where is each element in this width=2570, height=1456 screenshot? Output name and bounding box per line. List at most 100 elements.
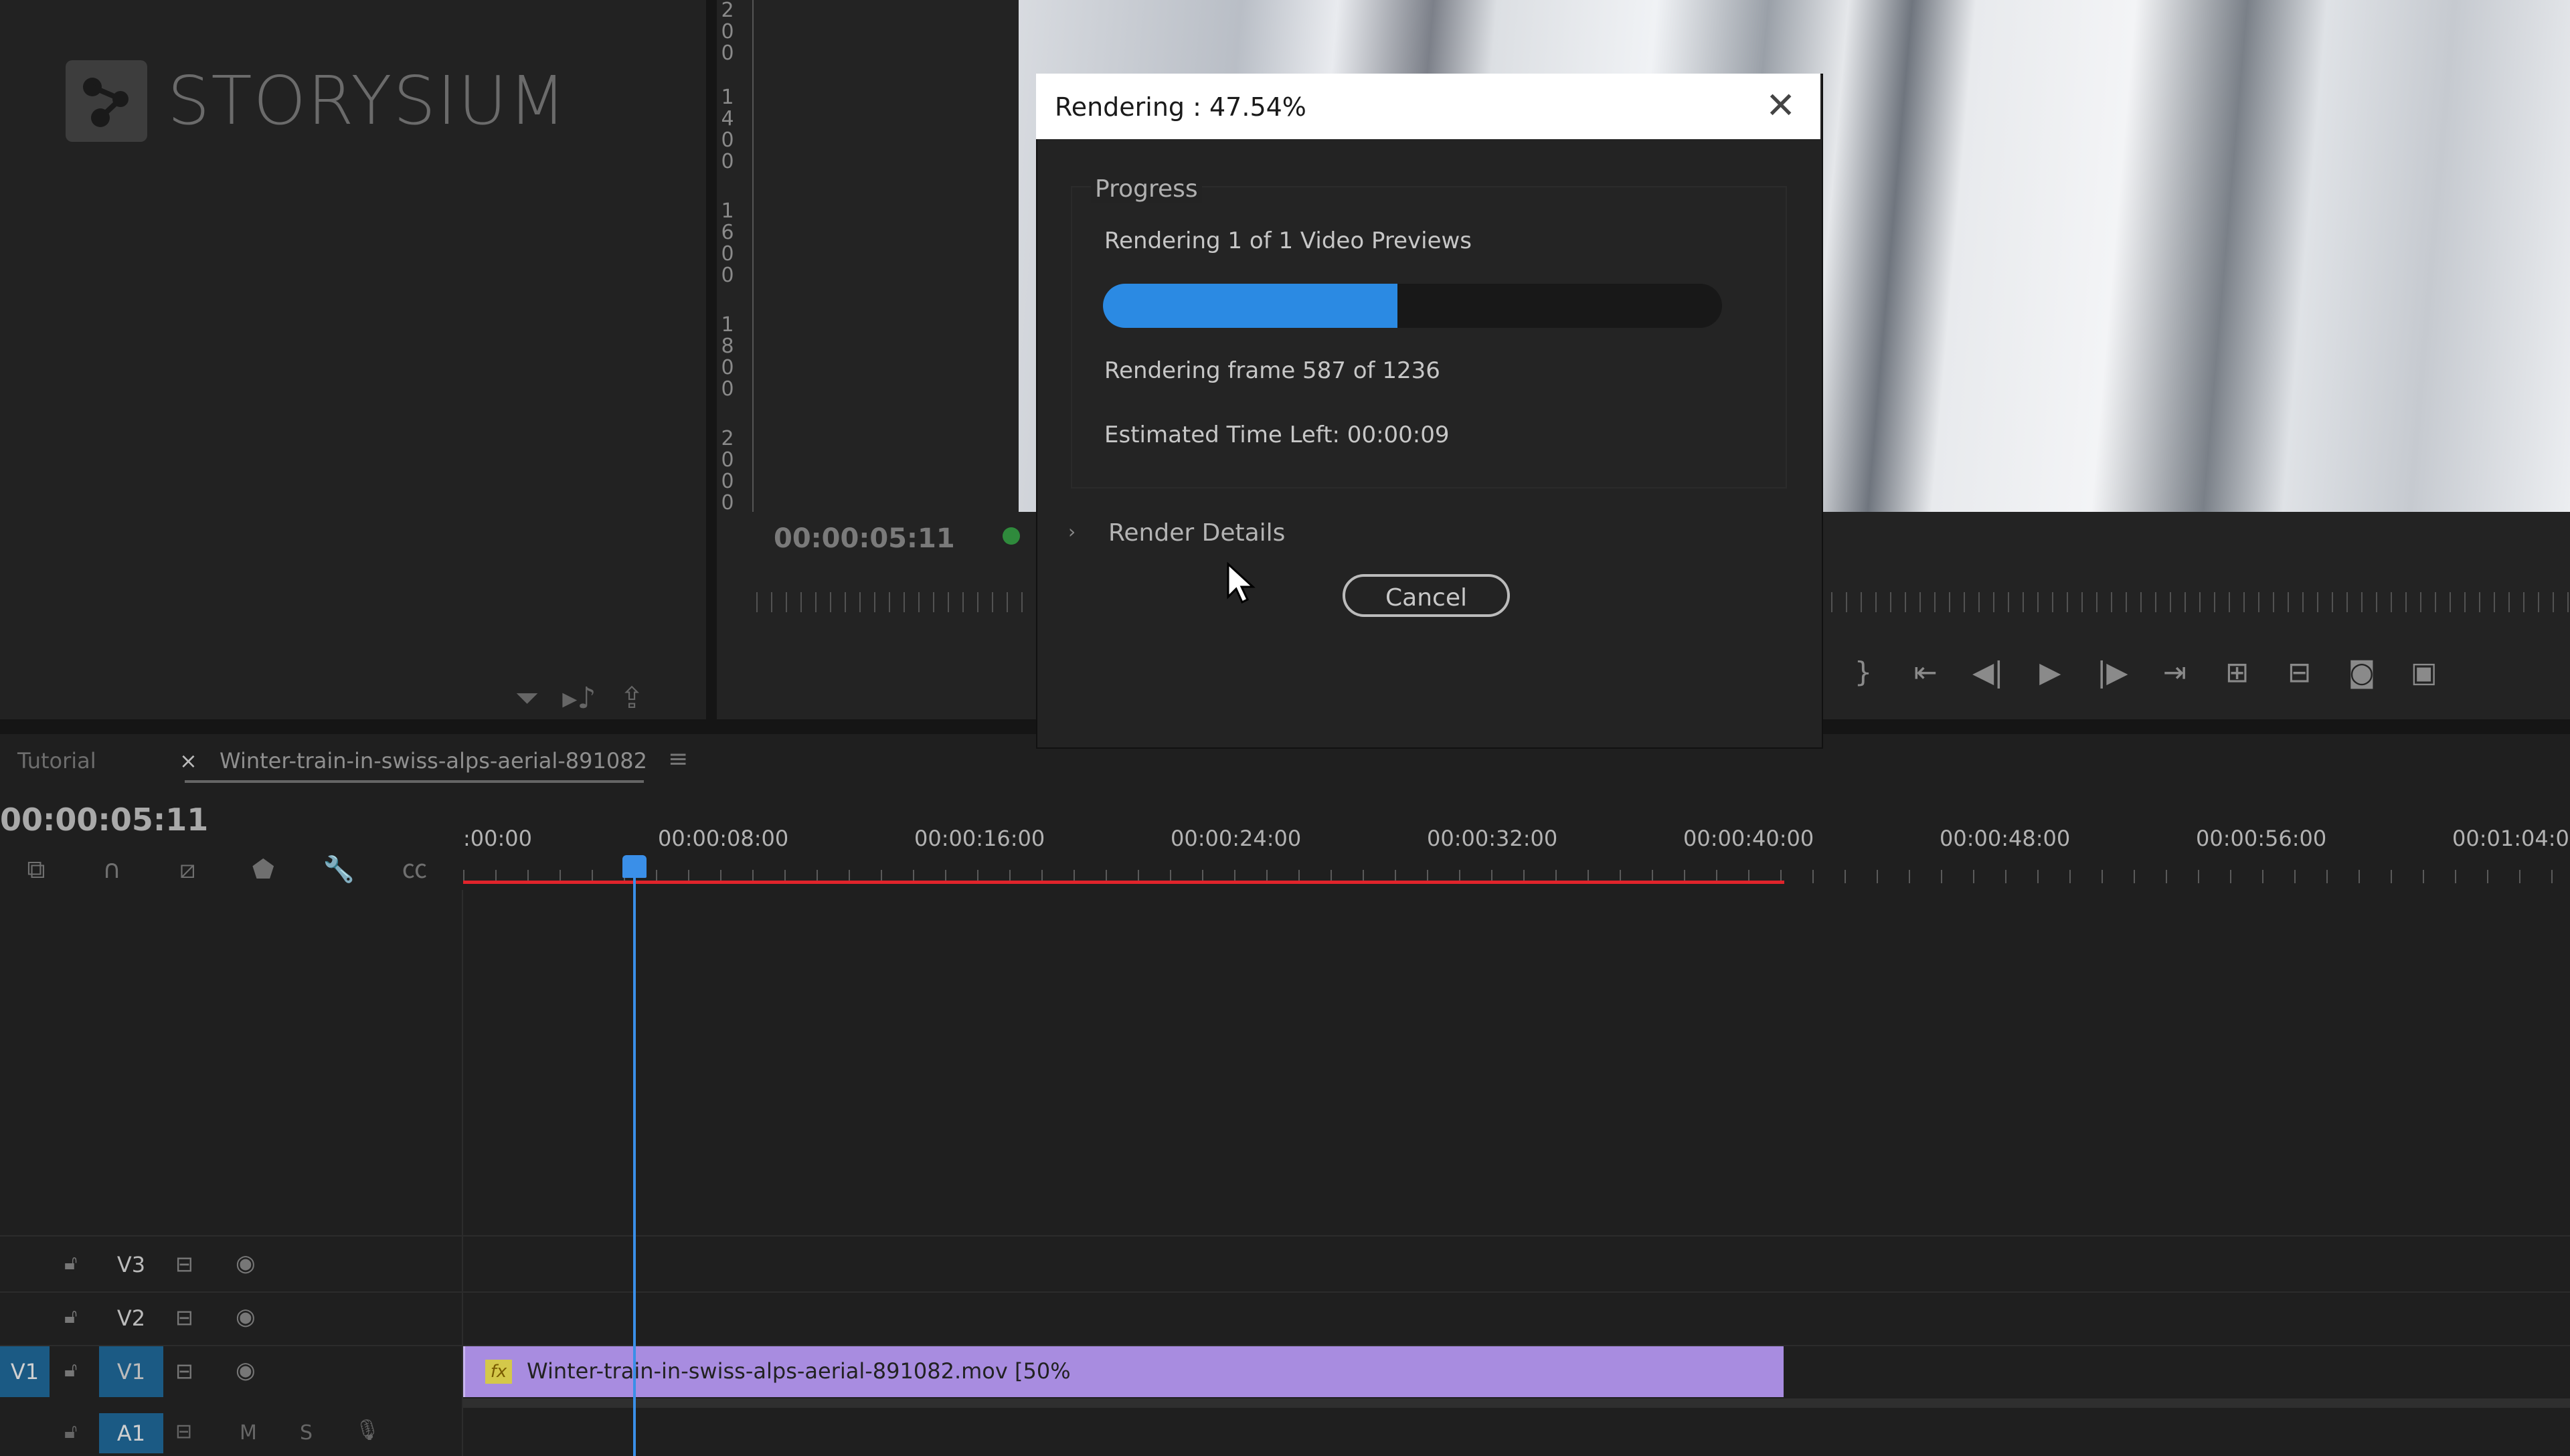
ruler-digit: 0 [721,448,734,472]
mute-button[interactable]: M [240,1421,257,1445]
source-patch-v1[interactable]: V1 [0,1346,50,1397]
panel-menu-icon[interactable]: ≡ [668,745,688,773]
ruler-label: 00:00:48:00 [1940,826,2071,851]
sync-lock-icon[interactable]: ⊟ [175,1358,193,1384]
fx-badge: fx [485,1360,512,1384]
ruler-label: 00:00:40:00 [1683,826,1814,851]
snap-icon[interactable]: ∩ [76,854,148,884]
previews-status: Rendering 1 of 1 Video Previews [1104,227,1472,254]
close-icon[interactable]: ✕ [1766,86,1796,126]
project-tools: ⏷ ▸♪ ⇪ [515,681,664,715]
timeline-timecode[interactable]: 00:00:05:11 [0,802,208,838]
chevron-right-icon[interactable]: › [1068,521,1076,543]
ruler-digit: 0 [721,377,734,401]
automate-icon[interactable]: ▸♪ [562,681,596,715]
solo-button[interactable]: S [300,1421,313,1445]
render-bar [463,881,1784,884]
eye-icon[interactable]: ◉ [236,1303,256,1330]
export-frame-icon[interactable]: ▣ [2395,656,2454,689]
status-dot-icon [1003,527,1020,545]
ruler-digit: 0 [721,491,734,515]
ruler-line [752,0,754,512]
ruler-label: 00:00:24:00 [1171,826,1302,851]
ruler-digit: 0 [721,128,734,152]
go-to-out-icon[interactable]: ⇥ [2145,656,2204,689]
play-icon[interactable]: ▶ [2021,656,2079,689]
ruler-label: 00:00:32:00 [1427,826,1558,851]
ruler-label: :00:00 [463,826,532,851]
ruler-digit: 4 [721,107,734,130]
export-icon[interactable]: ⇪ [620,681,645,715]
track-name-v3[interactable]: V3 [99,1239,163,1290]
ruler-digit: 0 [721,264,734,287]
wrench-icon[interactable]: 🔧 [303,854,375,885]
playhead-line [633,870,636,1456]
lock-icon[interactable]: 🔓︎ [64,1358,77,1382]
ruler-digit: 0 [721,356,734,379]
close-icon[interactable]: × [179,748,197,774]
ruler-digit: 1 [721,199,734,223]
track-name-a1[interactable]: A1 [99,1413,163,1453]
mark-out-icon[interactable]: } [1834,656,1893,689]
vertical-ruler: 2001400160018002000 [717,0,757,515]
lock-icon[interactable]: 🔓︎ [64,1305,77,1328]
lock-icon[interactable]: 🔓︎ [64,1420,77,1443]
ruler-digit: 0 [721,20,734,43]
frame-status: Rendering frame 587 of 1236 [1104,357,1440,384]
ruler-label: 00:00:16:00 [914,826,1045,851]
track-v3: 🔓︎ V3 ⊟ ◉ [0,1239,2570,1293]
video-clip[interactable]: fx Winter-train-in-swiss-alps-aerial-891… [463,1346,1784,1397]
cancel-button[interactable]: Cancel [1343,574,1510,617]
step-forward-icon[interactable]: |▶ [2083,656,2142,689]
microphone-icon[interactable]: 🎙︎ [355,1419,380,1442]
track-separator [0,1235,2570,1237]
storysium-logo-icon [66,60,147,142]
add-marker-icon[interactable]: ⬟ [227,854,299,884]
monitor-timecode[interactable]: 00:00:05:11 [774,523,955,554]
tab-sequence[interactable]: Winter-train-in-swiss-alps-aerial-891082 [220,748,647,774]
track-a1: 🔓︎ A1 ⊟ M S 🎙︎ [0,1410,2570,1456]
dialog-title: Rendering : 47.54% [1055,92,1306,122]
progress-bar-fill [1103,284,1397,328]
captions-icon[interactable]: ㏄ [378,848,450,885]
insert-icon[interactable]: ⊞ [2208,656,2267,689]
ruler-digit: 1 [721,313,734,337]
sync-lock-icon[interactable]: ⊟ [175,1251,193,1277]
linked-selection-icon[interactable]: ⧄ [151,854,224,885]
ruler-digit: 2 [721,427,734,450]
ruler-digit: 8 [721,335,734,358]
tab-tutorial[interactable]: Tutorial [17,748,96,774]
ruler-label: 00:01:04:00 [2452,826,2570,851]
ruler-digit: 6 [721,221,734,244]
ruler-digit: 0 [721,41,734,65]
ruler-label: 00:00:08:00 [658,826,789,851]
eye-icon[interactable]: ◉ [236,1250,256,1277]
sync-lock-icon[interactable]: ⊟ [175,1420,192,1443]
progress-group-title: Progress [1091,175,1202,203]
ruler-digit: 0 [721,150,734,173]
ruler-digit: 0 [721,470,734,493]
camera-icon[interactable]: ◙ [2332,656,2391,689]
track-v2: 🔓︎ V2 ⊟ ◉ [0,1293,2570,1346]
lock-icon[interactable]: 🔓︎ [64,1251,77,1275]
progress-bar [1103,284,1722,328]
step-back-icon[interactable]: ◀| [1958,656,2017,689]
go-to-in-icon[interactable]: ⇤ [1896,656,1955,689]
timeline-tools: ⧉ ∩ ⧄ ⬟ 🔧 ㏄ [0,848,450,885]
clip-label: Winter-train-in-swiss-alps-aerial-891082… [527,1358,1071,1384]
ruler-digit: 0 [721,242,734,266]
nest-icon[interactable]: ⧉ [0,854,72,885]
filter-icon[interactable]: ⏷ [515,681,539,715]
render-details-toggle[interactable]: Render Details [1108,519,1285,547]
track-name-v2[interactable]: V2 [99,1293,163,1344]
track-name-v1[interactable]: V1 [99,1346,163,1397]
logo-text: STORYSIUM [167,62,568,140]
track-divider-bar [463,1398,2570,1408]
eye-icon[interactable]: ◉ [236,1357,256,1384]
mouse-cursor-icon [1226,561,1257,608]
sync-lock-icon[interactable]: ⊟ [175,1305,193,1330]
time-left: Estimated Time Left: 00:00:09 [1104,422,1450,448]
overwrite-icon[interactable]: ⊟ [2270,656,2329,689]
ruler-label: 00:00:56:00 [2196,826,2327,851]
panel-divider[interactable] [706,0,717,719]
